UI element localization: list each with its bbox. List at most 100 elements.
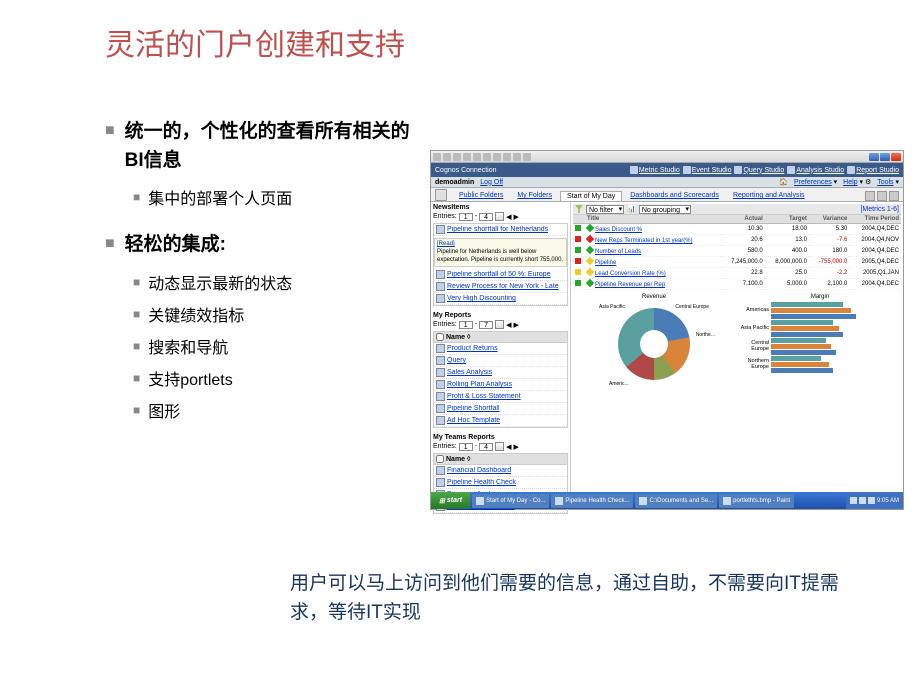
preferences-link[interactable]: Preferences: [794, 179, 832, 186]
report-row[interactable]: Rolling Plan Analysis: [434, 379, 567, 391]
grouping-select[interactable]: No grouping: [639, 205, 691, 214]
go-button[interactable]: [495, 212, 504, 221]
report-row[interactable]: Pipeline Health Check: [434, 477, 567, 489]
go-button[interactable]: [495, 320, 504, 329]
kpi-link[interactable]: Sales Discount %: [595, 227, 642, 233]
tab-my-folders[interactable]: My Folders: [511, 191, 558, 201]
studio-link[interactable]: Report Studio: [847, 166, 899, 174]
start-button[interactable]: ⊞ start: [431, 492, 470, 509]
newsitem-row[interactable]: Pipeline shortfall of 50 %: Europe: [434, 269, 567, 281]
select-all-checkbox[interactable]: [436, 455, 444, 463]
kpi-link[interactable]: Number of Leads: [595, 249, 641, 255]
kpi-link[interactable]: New Reps Terminated in 1st year(%): [595, 238, 693, 244]
report-row[interactable]: Financial Dashboard: [434, 465, 567, 477]
newsitem-row[interactable]: Pipeline shortfall for Netherlands: [434, 224, 567, 236]
report-row[interactable]: Profit & Loss Statement: [434, 391, 567, 403]
report-icon: [436, 416, 445, 425]
kpi-header[interactable]: Variance: [809, 215, 849, 224]
page-options-icon[interactable]: [889, 191, 899, 201]
trend-icon: [586, 279, 594, 287]
tray-icon[interactable]: [850, 497, 857, 504]
prev-page-icon[interactable]: ◀: [506, 321, 511, 329]
home-icon[interactable]: [473, 153, 481, 161]
report-row[interactable]: Sales Analysis: [434, 367, 567, 379]
logoff-link[interactable]: Log Off: [480, 179, 503, 186]
tab-dashboards-and-scorecards[interactable]: Dashboards and Scorecards: [624, 191, 725, 201]
kpi-header[interactable]: Actual: [721, 215, 765, 224]
entries-to[interactable]: 4: [479, 213, 493, 221]
tray-icon[interactable]: [868, 497, 875, 504]
kpi-link[interactable]: Lead Conversion Rate (%): [595, 271, 666, 277]
kpi-link[interactable]: Pipeline Revenue per Rep: [595, 282, 665, 288]
favorites-icon[interactable]: [493, 153, 501, 161]
gear-icon[interactable]: ⚙: [865, 179, 871, 186]
system-tray: 9:05 AM: [846, 492, 903, 509]
prev-page-icon[interactable]: ◀: [506, 213, 511, 221]
tab-home-icon[interactable]: [435, 189, 447, 201]
kpi-header[interactable]: [573, 215, 585, 224]
minimize-button[interactable]: [869, 153, 879, 161]
mail-icon[interactable]: [513, 153, 521, 161]
select-all-checkbox[interactable]: [436, 333, 444, 341]
report-icon: [436, 466, 445, 475]
maximize-button[interactable]: [880, 153, 890, 161]
next-page-icon[interactable]: ▶: [513, 321, 518, 329]
group-icon[interactable]: 📊: [627, 205, 636, 213]
kpi-link[interactable]: Pipeline: [595, 260, 616, 266]
browser-toolbar-icons: [433, 153, 531, 161]
report-row[interactable]: Pipeline Shortfall: [434, 403, 567, 415]
taskbar-item[interactable]: C:\Documents and Se...: [635, 494, 717, 508]
taskbar-item[interactable]: portlethts.bmp - Paint: [719, 494, 794, 508]
kpi-header[interactable]: Title: [585, 215, 721, 224]
page-add-icon[interactable]: [865, 191, 875, 201]
studio-link[interactable]: Metric Studio: [630, 166, 680, 174]
studio-link[interactable]: Event Studio: [683, 166, 732, 174]
close-button[interactable]: [891, 153, 901, 161]
kpi-header[interactable]: Time Period: [849, 215, 901, 224]
history-icon[interactable]: [503, 153, 511, 161]
entries-to[interactable]: 7: [479, 321, 493, 329]
print-icon[interactable]: [523, 153, 531, 161]
studio-link[interactable]: Analysis Studio: [787, 166, 844, 174]
kpi-row: Pipeline7,245,000.08,000,000.0-755,000.0…: [573, 257, 901, 268]
home-icon[interactable]: 🏠: [779, 179, 788, 186]
next-page-icon[interactable]: ▶: [513, 213, 518, 221]
entries-to[interactable]: 4: [479, 443, 493, 451]
column-header[interactable]: Name ◊: [434, 332, 567, 343]
app-icon: [723, 497, 731, 505]
search-icon[interactable]: [483, 153, 491, 161]
back-icon[interactable]: [433, 153, 441, 161]
tab-reporting-and-analysis[interactable]: Reporting and Analysis: [727, 191, 811, 201]
filter-icon[interactable]: [575, 205, 583, 213]
taskbar-item[interactable]: Start of My Day - Co...: [472, 494, 549, 508]
page-edit-icon[interactable]: [877, 191, 887, 201]
go-button[interactable]: [495, 442, 504, 451]
stop-icon[interactable]: [453, 153, 461, 161]
read-link[interactable]: [Read]: [437, 241, 455, 247]
report-row[interactable]: Query: [434, 355, 567, 367]
tray-icon[interactable]: [859, 497, 866, 504]
tools-link[interactable]: Tools: [877, 179, 893, 186]
newsitem-row[interactable]: Review Process for New York - Late: [434, 281, 567, 293]
column-header[interactable]: Name ◊: [434, 454, 567, 465]
next-page-icon[interactable]: ▶: [513, 443, 518, 451]
newsitem-row[interactable]: Very High Discounting: [434, 293, 567, 305]
forward-icon[interactable]: [443, 153, 451, 161]
prev-page-icon[interactable]: ◀: [506, 443, 511, 451]
filter-select[interactable]: No filter: [586, 205, 624, 214]
report-row[interactable]: Product Returns: [434, 343, 567, 355]
entries-from[interactable]: 1: [459, 213, 473, 221]
tab-start-of-my-day[interactable]: Start of My Day: [560, 191, 622, 201]
status-indicator: [575, 280, 581, 286]
taskbar-item[interactable]: Pipeline Health Check...: [551, 494, 633, 508]
username: demoadmin: [435, 179, 474, 186]
report-row[interactable]: Ad Hoc Template: [434, 415, 567, 427]
entries-from[interactable]: 1: [459, 321, 473, 329]
status-indicator: [575, 225, 581, 231]
kpi-header[interactable]: Target: [765, 215, 809, 224]
entries-from[interactable]: 1: [459, 443, 473, 451]
refresh-icon[interactable]: [463, 153, 471, 161]
tab-public-folders[interactable]: Public Folders: [453, 191, 509, 201]
studio-link[interactable]: Query Studio: [734, 166, 784, 174]
help-link[interactable]: Help: [843, 179, 857, 186]
